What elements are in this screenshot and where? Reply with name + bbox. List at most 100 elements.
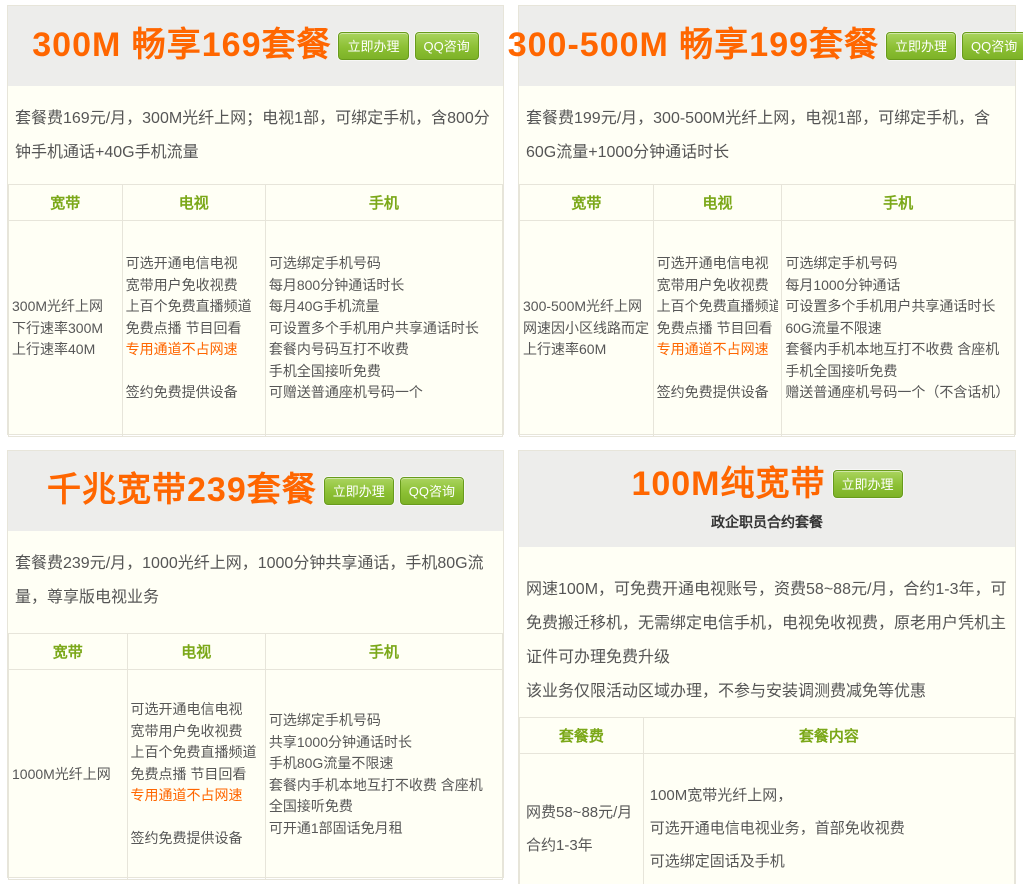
feature-line: 可选开通电信电视: [657, 253, 779, 275]
plan-detail-cell: 可选开通电信电视宽带用户免收视费上百个免费直播频道免费点播 节目回看专用通道不占…: [122, 221, 265, 437]
feature-line: 上行速率40M: [12, 339, 119, 361]
highlighted-feature-line: 专用通道不占网速: [657, 339, 779, 361]
description-line: 网速100M，可免费开通电视账号，资费58~88元/月，合约1-3年，可免费搬迁…: [526, 573, 1008, 675]
feature-line: 宽带用户免收视费: [131, 721, 262, 743]
apply-now-button[interactable]: 立即办理: [338, 32, 408, 60]
feature-line: 签约免费提供设备: [657, 382, 779, 404]
plan-detail-cell: 300M光纤上网下行速率300M上行速率40M: [9, 221, 123, 437]
column-header: 宽带: [9, 185, 123, 221]
feature-line: 每月800分钟通话时长: [269, 275, 499, 297]
feature-line: 合约1-3年: [526, 829, 640, 862]
card-header: 300M 畅享169套餐 立即办理QQ咨询: [8, 6, 503, 86]
plan-card-300m-169: 300M 畅享169套餐 立即办理QQ咨询 套餐费169元/月，300M光纤上网…: [7, 5, 504, 435]
plan-card-300-500m-199: 300-500M 畅享199套餐 立即办理QQ咨询 套餐费199元/月，300-…: [518, 5, 1016, 435]
description-line: 套餐费239元/月，1000光纤上网，1000分钟共享通话，手机80G流量，尊享…: [15, 547, 496, 615]
plan-detail-cell: 可选绑定手机号码每月1000分钟通话可设置多个手机用户共享通话时长60G流量不限…: [782, 221, 1015, 437]
table-header-row: 套餐费套餐内容: [520, 718, 1015, 754]
qq-consult-button[interactable]: QQ咨询: [962, 32, 1023, 60]
feature-line: 手机80G流量不限速: [269, 753, 499, 775]
plan-detail-cell: 1000M光纤上网: [9, 670, 128, 880]
card-buttons: 立即办理: [833, 470, 903, 498]
feature-line: 可选开通电信电视: [126, 253, 262, 275]
title-row: 千兆宽带239套餐 立即办理QQ咨询: [8, 472, 503, 509]
card-buttons: 立即办理QQ咨询: [886, 32, 1023, 60]
card-header: 300-500M 畅享199套餐 立即办理QQ咨询: [519, 6, 1015, 86]
plan-title: 千兆宽带239套餐: [47, 472, 317, 509]
feature-line: 网速因小区线路而定: [523, 318, 650, 340]
feature-line: 签约免费提供设备: [126, 382, 262, 404]
plan-detail-cell: 可选绑定手机号码每月800分钟通话时长每月40G手机流量可设置多个手机用户共享通…: [265, 221, 502, 437]
feature-line: [131, 807, 262, 829]
feature-line: 下行速率300M: [12, 318, 119, 340]
feature-line: 免费点播 节目回看: [131, 764, 262, 786]
column-header: 套餐内容: [643, 718, 1014, 754]
feature-line: 100M宽带光纤上网，: [650, 779, 1011, 812]
plan-detail-cell: 100M宽带光纤上网，可选开通电信电视业务，首部免收视费可选绑定固话及手机: [643, 754, 1014, 884]
card-header: 100M纯宽带 立即办理 政企职员合约套餐: [519, 451, 1015, 547]
feature-line: 1000M光纤上网: [12, 764, 124, 786]
highlighted-feature-line: 专用通道不占网速: [131, 785, 262, 807]
feature-line: 300-500M光纤上网: [523, 296, 650, 318]
table-header-row: 宽带电视手机: [9, 185, 503, 221]
plan-title: 300-500M 畅享199套餐: [508, 27, 879, 64]
qq-consult-button[interactable]: QQ咨询: [415, 32, 479, 60]
title-row: 300M 畅享169套餐 立即办理QQ咨询: [8, 27, 503, 64]
feature-line: 60G流量不限速: [785, 318, 1011, 340]
plan-title: 300M 畅享169套餐: [32, 27, 331, 64]
feature-line: [126, 361, 262, 383]
card-header: 千兆宽带239套餐 立即办理QQ咨询: [8, 451, 503, 531]
feature-line: 可选绑定固话及手机: [650, 845, 1011, 878]
apply-now-button[interactable]: 立即办理: [886, 32, 956, 60]
plan-description: 套餐费199元/月，300-500M光纤上网，电视1部，可绑定手机，含60G流量…: [519, 86, 1015, 184]
feature-line: 套餐内手机本地互打不收费 含座机: [269, 775, 499, 797]
plan-description: 网速100M，可免费开通电视账号，资费58~88元/月，合约1-3年，可免费搬迁…: [519, 547, 1015, 717]
plan-card-100m-pure: 100M纯宽带 立即办理 政企职员合约套餐 网速100M，可免费开通电视账号，资…: [518, 450, 1016, 884]
column-header: 手机: [782, 185, 1015, 221]
feature-line: 可选开通电信电视: [131, 699, 262, 721]
column-header: 宽带: [520, 185, 654, 221]
plan-detail-cell: 可选开通电信电视宽带用户免收视费上百个免费直播频道免费点播 节目回看专用通道不占…: [653, 221, 782, 437]
highlighted-feature-line: 专用通道不占网速: [126, 339, 262, 361]
column-header: 电视: [127, 634, 265, 670]
feature-line: 上百个免费直播频道: [131, 742, 262, 764]
plan-table: 宽带电视手机 1000M光纤上网可选开通电信电视宽带用户免收视费上百个免费直播频…: [8, 633, 503, 880]
feature-line: 签约免费提供设备: [131, 828, 262, 850]
column-header: 手机: [265, 634, 502, 670]
feature-line: 网费58~88元/月: [526, 796, 640, 829]
feature-line: 宽带用户免收视费: [126, 275, 262, 297]
card-buttons: 立即办理QQ咨询: [338, 32, 478, 60]
table-header-row: 宽带电视手机: [520, 185, 1015, 221]
broadband-plans-page: 300M 畅享169套餐 立即办理QQ咨询 套餐费169元/月，300M光纤上网…: [0, 0, 1023, 884]
feature-line: 宽带用户免收视费: [657, 275, 779, 297]
qq-consult-button[interactable]: QQ咨询: [400, 477, 464, 505]
feature-line: 每月1000分钟通话: [785, 275, 1011, 297]
feature-line: 免费点播 节目回看: [126, 318, 262, 340]
feature-line: 可选绑定手机号码: [269, 253, 499, 275]
feature-line: 可选绑定手机号码: [269, 710, 499, 732]
feature-line: 300M光纤上网: [12, 296, 119, 318]
plan-detail-cell: 可选开通电信电视宽带用户免收视费上百个免费直播频道免费点播 节目回看专用通道不占…: [127, 670, 265, 880]
plan-description: 套餐费169元/月，300M光纤上网；电视1部，可绑定手机，含800分钟手机通话…: [8, 86, 503, 184]
apply-now-button[interactable]: 立即办理: [833, 470, 903, 498]
plan-table: 宽带电视手机 300M光纤上网下行速率300M上行速率40M可选开通电信电视宽带…: [8, 184, 503, 437]
feature-line: 套餐内号码互打不收费: [269, 339, 499, 361]
feature-line: 上行速率60M: [523, 339, 650, 361]
feature-line: 每月40G手机流量: [269, 296, 499, 318]
column-header: 电视: [122, 185, 265, 221]
plan-title: 100M纯宽带: [631, 466, 825, 503]
feature-line: 上百个免费直播频道: [126, 296, 262, 318]
feature-line: 全国接听免费: [269, 796, 499, 818]
feature-line: 可选绑定手机号码: [785, 253, 1011, 275]
plan-table: 宽带电视手机 300-500M光纤上网网速因小区线路而定上行速率60M可选开通电…: [519, 184, 1015, 437]
table-body-row: 网费58~88元/月合约1-3年100M宽带光纤上网，可选开通电信电视业务，首部…: [520, 754, 1015, 884]
plan-detail-cell: 可选绑定手机号码共享1000分钟通话时长手机80G流量不限速套餐内手机本地互打不…: [265, 670, 502, 880]
title-row: 300-500M 畅享199套餐 立即办理QQ咨询: [519, 27, 1015, 64]
apply-now-button[interactable]: 立即办理: [324, 477, 394, 505]
column-header: 宽带: [9, 634, 128, 670]
feature-line: 手机全国接听免费: [269, 361, 499, 383]
plan-detail-cell: 300-500M光纤上网网速因小区线路而定上行速率60M: [520, 221, 654, 437]
card-buttons: 立即办理QQ咨询: [324, 477, 464, 505]
description-line: 套餐费169元/月，300M光纤上网；电视1部，可绑定手机，含800分钟手机通话…: [15, 102, 496, 170]
plan-table: 套餐费套餐内容 网费58~88元/月合约1-3年100M宽带光纤上网，可选开通电…: [519, 717, 1015, 884]
description-line: 套餐费199元/月，300-500M光纤上网，电视1部，可绑定手机，含60G流量…: [526, 102, 1008, 170]
